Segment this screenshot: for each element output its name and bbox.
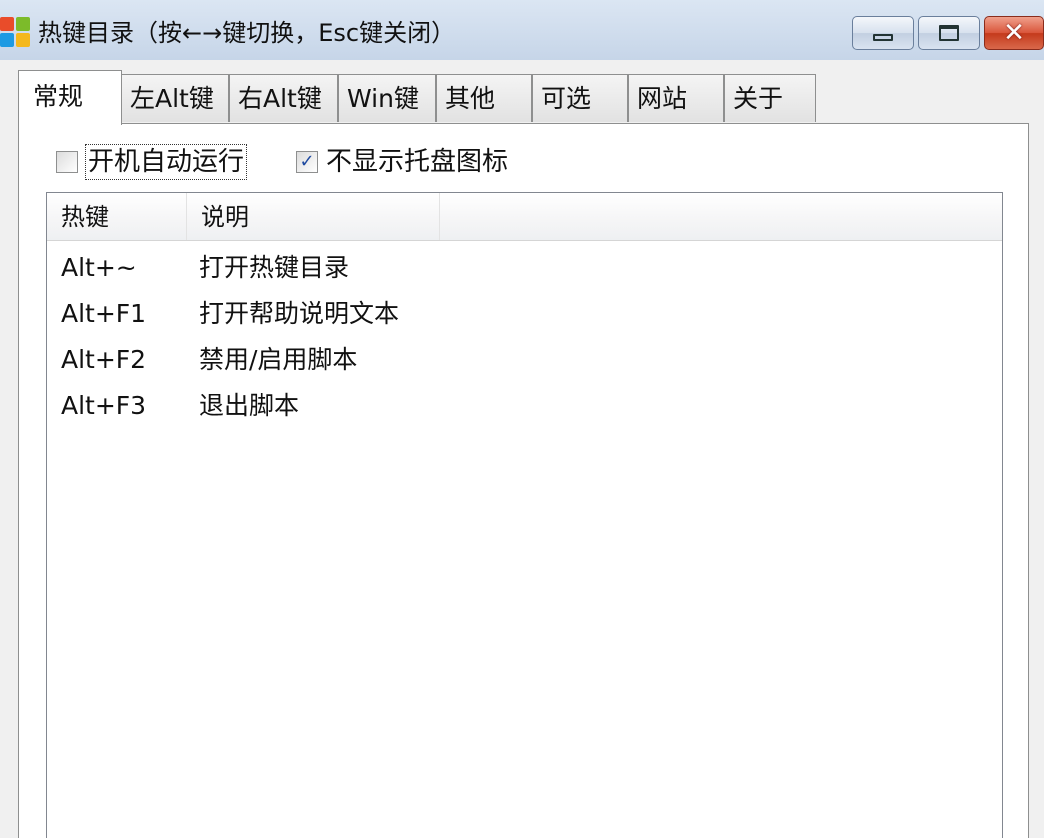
dialog-body: 常规 左Alt键 右Alt键 Win键 其他 可选 网站 关于 开机自动运行 ✓… <box>0 60 1044 838</box>
list-item[interactable]: Alt+~ 打开热键目录 <box>47 245 1002 291</box>
minimize-button[interactable] <box>852 16 914 50</box>
maximize-button[interactable] <box>918 16 980 50</box>
checkmark-icon: ✓ <box>299 151 315 172</box>
title-bar[interactable]: 热键目录（按←→键切换，Esc键关闭） ✕ <box>0 0 1044 60</box>
tab-left-alt[interactable]: 左Alt键 <box>121 74 229 122</box>
column-header-hotkey[interactable]: 热键 <box>47 193 187 240</box>
hotkey-cell: Alt+F1 <box>61 299 147 328</box>
hotkey-cell: Alt+F2 <box>61 345 147 374</box>
description-cell: 打开帮助说明文本 <box>199 299 400 328</box>
tab-other[interactable]: 其他 <box>436 74 532 122</box>
windows-flag-icon <box>0 17 32 49</box>
list-header: 热键 说明 <box>47 193 1002 241</box>
hide-tray-checkbox[interactable]: ✓ <box>296 151 318 173</box>
list-item[interactable]: Alt+F2 禁用/启用脚本 <box>47 337 1002 383</box>
tab-websites[interactable]: 网站 <box>628 74 724 122</box>
column-header-description[interactable]: 说明 <box>187 193 440 240</box>
close-button[interactable]: ✕ <box>984 16 1044 50</box>
tab-right-alt[interactable]: 右Alt键 <box>229 74 338 122</box>
list-item[interactable]: Alt+F1 打开帮助说明文本 <box>47 291 1002 337</box>
autostart-checkbox[interactable] <box>56 151 78 173</box>
column-header-filler <box>440 193 1002 240</box>
autostart-label[interactable]: 开机自动运行 <box>84 144 248 180</box>
list-item[interactable]: Alt+F3 退出脚本 <box>47 383 1002 429</box>
tab-about[interactable]: 关于 <box>724 74 816 122</box>
description-cell: 打开热键目录 <box>199 253 350 282</box>
maximize-icon <box>939 25 959 41</box>
tab-optional[interactable]: 可选 <box>532 74 628 122</box>
description-cell: 退出脚本 <box>199 391 300 420</box>
hide-tray-option[interactable]: ✓ 不显示托盘图标 <box>296 144 508 180</box>
hotkey-cell: Alt+F3 <box>61 391 147 420</box>
hotkey-list[interactable]: 热键 说明 Alt+~ 打开热键目录 Alt+F1 打开帮助说明文本 Alt+F… <box>46 192 1003 838</box>
tab-strip: 常规 左Alt键 右Alt键 Win键 其他 可选 网站 关于 <box>0 60 1044 125</box>
hide-tray-label[interactable]: 不显示托盘图标 <box>326 145 508 179</box>
autostart-option[interactable]: 开机自动运行 <box>56 144 248 180</box>
tab-win[interactable]: Win键 <box>338 74 436 122</box>
window-title: 热键目录（按←→键切换，Esc键关闭） <box>38 19 456 47</box>
close-icon: ✕ <box>1003 18 1025 48</box>
hotkey-cell: Alt+~ <box>61 253 137 282</box>
tab-panel-general: 开机自动运行 ✓ 不显示托盘图标 热键 说明 Alt+~ 打开热键目录 Alt+… <box>18 123 1029 838</box>
minimize-icon <box>873 33 893 41</box>
tab-general[interactable]: 常规 <box>18 70 122 125</box>
description-cell: 禁用/启用脚本 <box>199 345 358 374</box>
